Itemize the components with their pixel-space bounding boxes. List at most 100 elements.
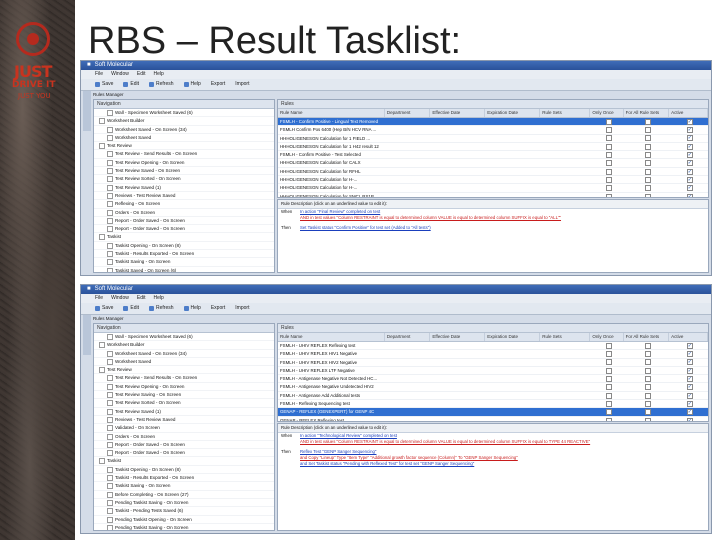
rule-checkbox[interactable] — [644, 351, 651, 358]
rule-checkbox[interactable] — [605, 376, 612, 383]
expand-toggle-icon[interactable] — [99, 118, 105, 125]
tree-item[interactable]: Taskist Opening - On Screen (8) — [94, 466, 274, 475]
rule-row[interactable]: FSMLH - UHIV REFLEX LTF Negative — [278, 367, 708, 376]
rule-checkbox[interactable] — [644, 392, 651, 399]
desc-text-5[interactable]: and Set Taskist status "Pending with Ref… — [300, 461, 474, 466]
rule-row[interactable]: HHHOLIGENESGN Calculation for CALX — [278, 159, 708, 168]
help-button[interactable]: Help — [183, 79, 201, 90]
menu-help[interactable]: Help — [153, 294, 163, 303]
rule-checkbox[interactable] — [644, 384, 651, 391]
rule-checkbox[interactable] — [644, 185, 651, 192]
rule-row[interactable]: HHHOLIGENESGN Calculation for H-... — [278, 184, 708, 193]
active-checkbox[interactable] — [686, 409, 693, 416]
rule-checkbox[interactable] — [605, 118, 612, 125]
rule-row[interactable]: FSMLH - UHIV REFLEX HIV1 Negative — [278, 350, 708, 359]
tree-item[interactable]: Taskist — [94, 233, 274, 242]
menu-file[interactable]: File — [95, 70, 103, 79]
column-header[interactable]: Department — [385, 333, 431, 341]
expand-toggle-icon[interactable] — [99, 342, 105, 349]
tree-item[interactable]: Taskist — [94, 457, 274, 466]
rule-checkbox[interactable] — [605, 185, 612, 192]
active-checkbox[interactable] — [686, 118, 693, 125]
tree-item[interactable]: Test Review - Send Results - On Screen — [94, 150, 274, 159]
rule-checkbox[interactable] — [605, 342, 612, 349]
rule-checkbox[interactable] — [605, 409, 612, 416]
tree-item[interactable]: Worksheet Saved - On Screen (34) — [94, 126, 274, 134]
import-button[interactable]: Import — [235, 303, 249, 314]
tree-item[interactable]: Worksheet Saved - On Screen (34) — [94, 350, 274, 358]
active-checkbox[interactable] — [686, 384, 693, 391]
active-checkbox[interactable] — [686, 127, 693, 134]
tree-item[interactable]: Worksheet Builder — [94, 117, 274, 126]
tree-item[interactable]: Test Review Saving - On Screen — [94, 391, 274, 400]
column-header[interactable]: Rule Name — [278, 109, 385, 117]
rule-checkbox[interactable] — [605, 417, 612, 421]
refresh-button[interactable]: Refresh — [149, 303, 174, 314]
column-header[interactable]: Department — [385, 109, 431, 117]
rule-checkbox[interactable] — [605, 400, 612, 407]
active-checkbox[interactable] — [686, 193, 693, 197]
tree-item[interactable]: Test Review Sorted - On Screen — [94, 175, 274, 184]
tree-item[interactable]: Reflexing - On Screen — [94, 200, 274, 209]
refresh-button[interactable]: Refresh — [149, 79, 174, 90]
column-header[interactable]: Active — [669, 333, 708, 341]
tree-item[interactable]: Pending Taskist Saving - On Screen — [94, 499, 274, 508]
rule-checkbox[interactable] — [605, 384, 612, 391]
tree-item[interactable]: Worksheet Builder — [94, 341, 274, 350]
expand-toggle-icon[interactable] — [99, 367, 105, 374]
active-checkbox[interactable] — [686, 185, 693, 192]
rule-checkbox[interactable] — [644, 417, 651, 421]
rule-row[interactable]: HHHOLIGENESGN Calculation for H-... — [278, 176, 708, 185]
rule-row[interactable]: GENAP - REFLEX (GENEXPERT) for GENP 4C — [278, 408, 708, 417]
rule-checkbox[interactable] — [644, 409, 651, 416]
tree-item[interactable]: Worksheet Saved — [94, 358, 274, 367]
tree-item[interactable]: Report - Order Saved - On Screen — [94, 225, 274, 234]
desc-text-3[interactable]: Reflex Test "GENP Sanger Sequencing" — [300, 449, 376, 454]
save-button[interactable]: Save — [95, 79, 113, 90]
tree-item[interactable]: Pending Taskist Saving - On Screen — [94, 524, 274, 530]
tree-item[interactable]: Before Completing - On Screen (27) — [94, 491, 274, 499]
rule-checkbox[interactable] — [605, 392, 612, 399]
column-header[interactable]: Effective Date — [430, 109, 486, 117]
rule-checkbox[interactable] — [605, 367, 612, 374]
rule-checkbox[interactable] — [644, 127, 651, 134]
tree-item[interactable]: Reviews - Test Review Saved — [94, 192, 274, 201]
expand-toggle-icon[interactable] — [99, 143, 105, 150]
active-checkbox[interactable] — [686, 351, 693, 358]
export-button[interactable]: Export — [211, 79, 225, 90]
desc-text-3[interactable]: Set Taskist status "Confirm Positive" fo… — [300, 225, 431, 230]
column-header[interactable]: Rule Sets — [540, 109, 591, 117]
tree-item[interactable]: Test Review Opening - On Screen — [94, 159, 274, 168]
tree-item[interactable]: Validated - On Screen — [94, 424, 274, 433]
column-header[interactable]: Only Once — [590, 333, 624, 341]
desc-text-2[interactable]: AND in test values "Column RESTRAINT is … — [300, 215, 561, 220]
rule-checkbox[interactable] — [644, 152, 651, 159]
rule-row[interactable]: HHHOLIGENESGN Calculation for SMCL RS1P — [278, 193, 708, 197]
tree-item[interactable]: Taskist Saved - On Screen (6) — [94, 267, 274, 272]
rule-checkbox[interactable] — [644, 359, 651, 366]
tree-item[interactable]: Taskist - Results Exported - On Screen — [94, 474, 274, 483]
rule-checkbox[interactable] — [644, 118, 651, 125]
rule-checkbox[interactable] — [644, 193, 651, 197]
rule-checkbox[interactable] — [605, 351, 612, 358]
expand-toggle-icon[interactable] — [99, 234, 105, 241]
tree-item[interactable]: Worksheet Saved — [94, 134, 274, 143]
tree-item[interactable]: Taskist - Pending Tests Saved (6) — [94, 507, 274, 516]
rule-checkbox[interactable] — [605, 135, 612, 142]
tree-item[interactable]: Report - Order Saved - On Screen — [94, 449, 274, 458]
rule-row[interactable]: FSMLH - Reflexing Sequencing test — [278, 400, 708, 409]
desc-text-4[interactable]: and Copy "Lineup" Type "Item Type" "Addi… — [300, 455, 518, 460]
rule-row[interactable]: FSMLH - Confirm Positive - Lingual Text … — [278, 118, 708, 127]
tree-item[interactable]: Report - Order Saved - On Screen — [94, 441, 274, 450]
active-checkbox[interactable] — [686, 160, 693, 167]
active-checkbox[interactable] — [686, 342, 693, 349]
rule-checkbox[interactable] — [605, 168, 612, 175]
column-header[interactable]: Expiration Date — [485, 109, 541, 117]
desc-text-1[interactable]: In action "Final Review" completed on te… — [300, 209, 380, 214]
column-header[interactable]: Rule Sets — [540, 333, 591, 341]
desc-text-1[interactable]: In action "Technological Review" complet… — [300, 433, 397, 438]
export-button[interactable]: Export — [211, 303, 225, 314]
column-header[interactable]: For All Rule Sets — [624, 333, 670, 341]
rule-checkbox[interactable] — [605, 160, 612, 167]
rule-checkbox[interactable] — [644, 342, 651, 349]
